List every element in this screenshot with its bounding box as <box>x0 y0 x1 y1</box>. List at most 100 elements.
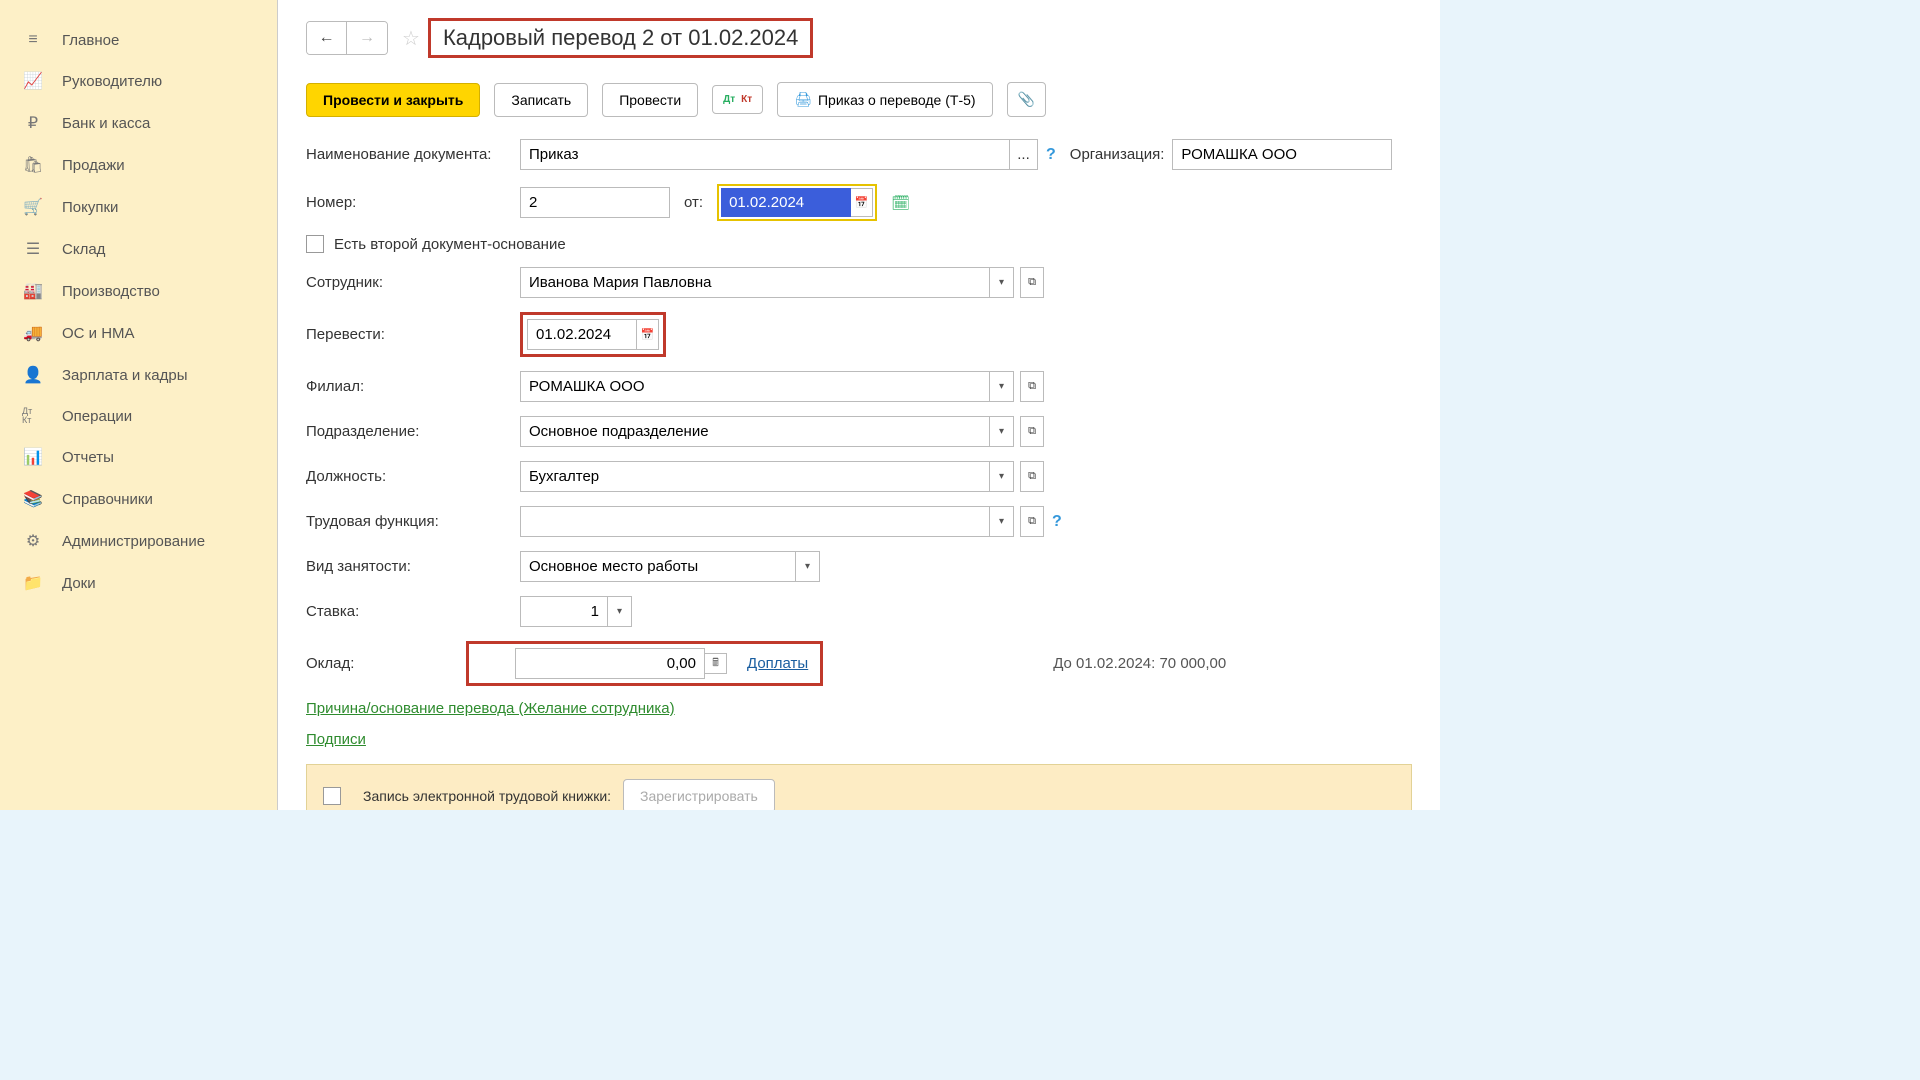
employment-dropdown[interactable]: ▾ <box>796 551 820 582</box>
save-button[interactable]: Записать <box>494 83 588 117</box>
branch-input[interactable] <box>520 371 990 402</box>
sidebar-label: Склад <box>62 241 105 258</box>
sidebar-label: ОС и НМА <box>62 325 135 342</box>
sidebar-label: Продажи <box>62 157 125 174</box>
reason-link[interactable]: Причина/основание перевода (Желание сотр… <box>306 700 675 717</box>
calendar-icon[interactable]: 📅 <box>851 188 873 217</box>
dept-input[interactable] <box>520 416 990 447</box>
chart-icon: 📈 <box>22 71 44 91</box>
truck-icon: 🚚 <box>22 323 44 343</box>
books-icon: 📚 <box>22 489 44 509</box>
sidebar-label: Банк и касса <box>62 115 150 132</box>
post-button[interactable]: Провести <box>602 83 698 117</box>
branch-dropdown[interactable]: ▾ <box>990 371 1014 402</box>
sidebar-item-assets[interactable]: 🚚 ОС и НМА <box>0 312 277 354</box>
doc-date-input[interactable] <box>721 188 851 217</box>
docname-dots[interactable]: ... <box>1010 139 1038 170</box>
sidebar-label: Производство <box>62 283 160 300</box>
page-title: Кадровый перевод 2 от 01.02.2024 <box>428 18 813 58</box>
dtkt-icon: Дт Кт <box>22 407 44 425</box>
sidebar-item-production[interactable]: 🏭 Производство <box>0 270 277 312</box>
sidebar-label: Руководителю <box>62 73 162 90</box>
star-icon[interactable]: ☆ <box>402 26 420 51</box>
refresh-icon[interactable]: 🗓 <box>891 194 910 212</box>
function-open[interactable]: ⧉ <box>1020 506 1044 537</box>
salary-label: Оклад: <box>306 655 466 672</box>
rate-label: Ставка: <box>306 603 520 620</box>
back-button[interactable]: ← <box>307 22 347 54</box>
org-label: Организация: <box>1070 146 1165 163</box>
function-dropdown[interactable]: ▾ <box>990 506 1014 537</box>
sidebar-item-main[interactable]: ≡Главное <box>0 20 277 60</box>
sidebar: ≡Главное 📈 Руководителю ₽Банк и касса 🛍Пр… <box>0 0 278 810</box>
attach-button[interactable]: 📎 <box>1007 82 1046 117</box>
docname-label: Наименование документа: <box>306 146 520 163</box>
salary-input[interactable] <box>515 648 705 679</box>
employee-label: Сотрудник: <box>306 274 520 291</box>
employment-input[interactable] <box>520 551 796 582</box>
position-input[interactable] <box>520 461 990 492</box>
rate-dropdown[interactable]: ▾ <box>608 596 632 627</box>
number-input[interactable] <box>520 187 670 218</box>
print-order-button[interactable]: 🖨Приказ о переводе (Т-5) <box>777 82 992 117</box>
transfer-label: Перевести: <box>306 326 520 343</box>
position-open[interactable]: ⧉ <box>1020 461 1044 492</box>
sidebar-label: Покупки <box>62 199 118 216</box>
position-label: Должность: <box>306 468 520 485</box>
position-dropdown[interactable]: ▾ <box>990 461 1014 492</box>
employment-label: Вид занятости: <box>306 558 520 575</box>
workbook-checkbox[interactable] <box>323 787 341 805</box>
employee-open[interactable]: ⧉ <box>1020 267 1044 298</box>
employee-input[interactable] <box>520 267 990 298</box>
function-input[interactable] <box>520 506 990 537</box>
sidebar-item-bank[interactable]: ₽Банк и касса <box>0 102 277 144</box>
barchart-icon: 📊 <box>22 447 44 467</box>
sidebar-label: Справочники <box>62 491 153 508</box>
main-content: ← → ☆ Кадровый перевод 2 от 01.02.2024 П… <box>278 0 1440 810</box>
sidebar-item-admin[interactable]: ⚙Администрирование <box>0 520 277 562</box>
forward-button[interactable]: → <box>347 22 387 54</box>
sidebar-label: Администрирование <box>62 533 205 550</box>
employee-dropdown[interactable]: ▾ <box>990 267 1014 298</box>
function-label: Трудовая функция: <box>306 513 520 530</box>
supplements-link[interactable]: Доплаты <box>747 655 808 672</box>
transfer-date-input[interactable] <box>527 319 637 350</box>
dept-open[interactable]: ⧉ <box>1020 416 1044 447</box>
sidebar-item-purchases[interactable]: 🛒Покупки <box>0 186 277 228</box>
sidebar-item-hr[interactable]: 👤 Зарплата и кадры <box>0 354 277 396</box>
sidebar-item-reports[interactable]: 📊 Отчеты <box>0 436 277 478</box>
docname-input[interactable] <box>520 139 1010 170</box>
calendar-icon[interactable]: 📅 <box>637 319 659 350</box>
menu-icon: ≡ <box>22 31 44 49</box>
sidebar-item-sales[interactable]: 🛍Продажи <box>0 144 277 186</box>
help-icon[interactable]: ? <box>1052 513 1062 531</box>
factory-icon: 🏭 <box>22 281 44 301</box>
sidebar-label: Зарплата и кадры <box>62 367 188 384</box>
salary-before-text: До 01.02.2024: 70 000,00 <box>1053 655 1226 672</box>
workbook-label: Запись электронной трудовой книжки: <box>363 788 611 804</box>
second-doc-checkbox[interactable] <box>306 235 324 253</box>
dtkt-button[interactable]: ДтКт <box>712 85 763 114</box>
sidebar-label: Доки <box>62 575 96 592</box>
rate-input[interactable] <box>520 596 608 627</box>
calculator-icon[interactable]: 🖩 <box>705 653 727 674</box>
sidebar-item-ref[interactable]: 📚 Справочники <box>0 478 277 520</box>
sidebar-item-operations[interactable]: Дт КтОперации <box>0 396 277 436</box>
workbook-box: Запись электронной трудовой книжки: Заре… <box>306 764 1412 810</box>
sidebar-label: Отчеты <box>62 449 114 466</box>
branch-open[interactable]: ⧉ <box>1020 371 1044 402</box>
register-button[interactable]: Зарегистрировать <box>623 779 775 810</box>
from-label: от: <box>684 194 703 211</box>
sidebar-item-warehouse[interactable]: ☰ Склад <box>0 228 277 270</box>
boxes-icon: ☰ <box>22 239 44 259</box>
sidebar-item-manager[interactable]: 📈 Руководителю <box>0 60 277 102</box>
help-icon[interactable]: ? <box>1046 146 1056 164</box>
signatures-link[interactable]: Подписи <box>306 731 366 748</box>
post-close-button[interactable]: Провести и закрыть <box>306 83 480 117</box>
sidebar-item-docs[interactable]: 📁Доки <box>0 562 277 604</box>
dept-dropdown[interactable]: ▾ <box>990 416 1014 447</box>
org-input[interactable] <box>1172 139 1392 170</box>
number-label: Номер: <box>306 194 520 211</box>
printer-icon: 🖨 <box>794 91 812 108</box>
person-icon: 👤 <box>22 365 44 385</box>
